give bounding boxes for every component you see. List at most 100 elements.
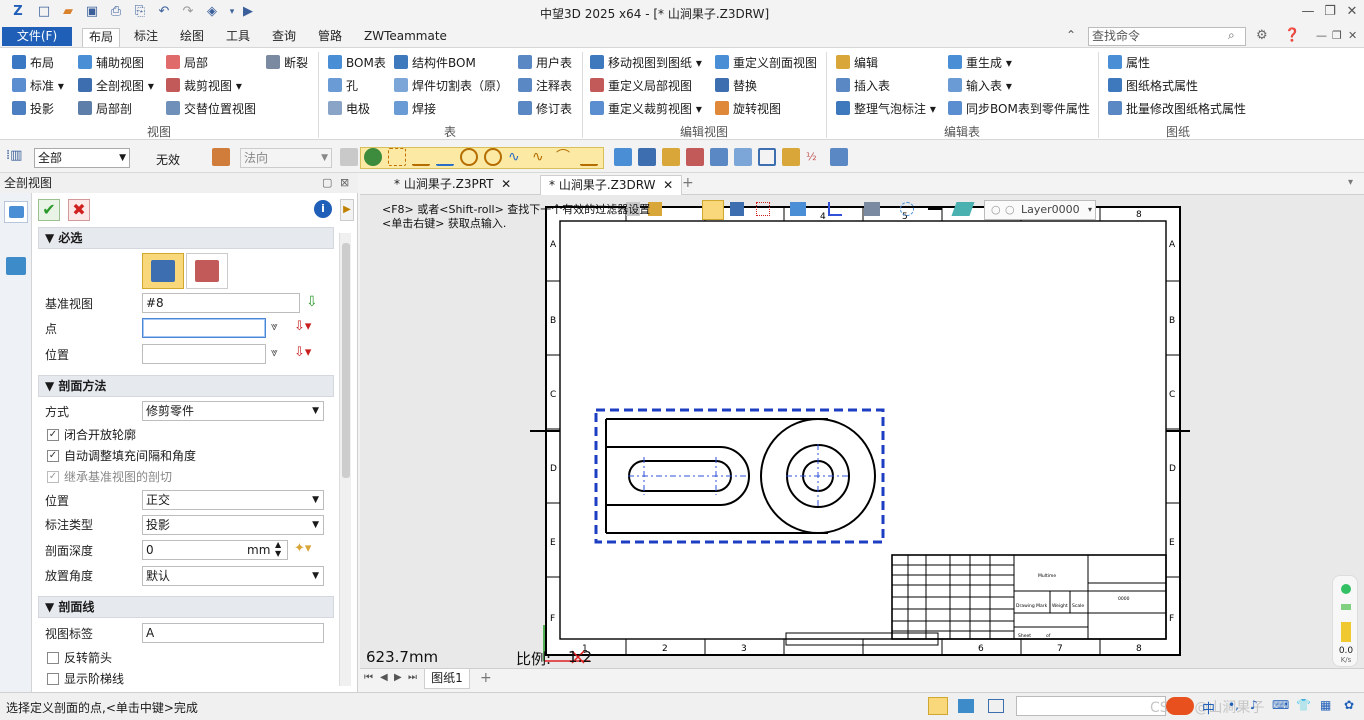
position-field[interactable] (142, 344, 266, 364)
inherit-cut-checkbox[interactable]: ✓ (47, 471, 59, 483)
first-sheet-icon[interactable]: ⏮ (364, 672, 373, 683)
weld-table-button[interactable]: 焊接 (394, 99, 436, 119)
open-file-icon[interactable]: ▰ (60, 4, 76, 20)
new-tab-icon[interactable]: + (682, 175, 694, 191)
next-sheet-icon[interactable]: ▶ (394, 672, 402, 683)
point-pick-icon[interactable]: ⇩▾ (294, 319, 311, 334)
drawing-canvas[interactable]: A B C D E F A B C D E F 1 2 3 4 5 6 7 8 … (360, 195, 1364, 668)
edit-table-button[interactable]: 编辑 (836, 53, 878, 73)
info-icon[interactable]: i (314, 200, 332, 218)
file-menu[interactable]: 文件(F) (2, 27, 72, 46)
status-toggle-1-icon[interactable] (928, 697, 948, 715)
close-open-profile-checkbox[interactable]: ✓ (47, 429, 59, 441)
print-icon[interactable]: ⎙ (108, 4, 124, 20)
detail-view-button[interactable]: 局部 (166, 53, 208, 73)
tab-layout[interactable]: 布局 (82, 28, 121, 47)
break-view-button[interactable]: 断裂 (266, 53, 308, 73)
close-button[interactable]: ✕ (1342, 3, 1362, 21)
sheet-tab-1[interactable]: 图纸1 (424, 669, 470, 689)
mini-tool-4-icon[interactable] (730, 202, 744, 216)
crop-view-button[interactable]: 裁剪视图 ▾ (166, 76, 242, 96)
reverse-arrow-checkbox[interactable] (47, 652, 59, 664)
ime-keyboard-icon[interactable]: ⌨ (1272, 698, 1289, 712)
search-icon[interactable]: ⌕ (1228, 28, 1235, 43)
prev-sheet-icon[interactable]: ◀ (380, 672, 388, 683)
dim-type-select[interactable]: 投影 ▼ (142, 515, 324, 535)
view-tool-6-icon[interactable] (734, 148, 752, 166)
mini-tool-5-icon[interactable] (756, 202, 770, 216)
save-icon[interactable]: ▣ (84, 4, 100, 20)
run-icon[interactable]: ▶ (240, 4, 256, 20)
move-view-to-sheet-button[interactable]: 移动视图到图纸 ▾ (590, 53, 702, 73)
command-search-input[interactable]: 查找命令 (1088, 27, 1246, 46)
undo-icon[interactable]: ↶ (156, 4, 172, 20)
base-view-pick-icon[interactable]: ⇩ (306, 294, 318, 310)
layer-icon[interactable] (951, 202, 975, 216)
snap-center-icon[interactable] (484, 148, 502, 166)
status-input[interactable] (1016, 696, 1166, 716)
tab-list-icon[interactable]: ▾ (1348, 177, 1353, 188)
position-pick-icon[interactable]: ⇩▾ (294, 345, 311, 360)
view-tool-5-icon[interactable] (710, 148, 728, 166)
tab-annotate[interactable]: 标注 (128, 28, 164, 47)
layer-select[interactable]: ○ ○ Layer0000 ▾ (984, 200, 1096, 220)
ime-mic-icon[interactable]: ♪ (1250, 698, 1258, 712)
method-section-header[interactable]: ▼ 剖面方法 (38, 375, 334, 397)
ime-logo-icon[interactable] (1166, 697, 1194, 715)
light-icon[interactable] (782, 148, 800, 166)
full-section-view-button[interactable]: 全剖视图 ▾ (78, 76, 154, 96)
tab-draw[interactable]: 绘图 (174, 28, 210, 47)
view-tool-3-icon[interactable] (662, 148, 680, 166)
mini-tool-active-icon[interactable] (702, 200, 724, 220)
note-table-button[interactable]: 注释表 (518, 76, 572, 96)
tab-piping[interactable]: 管路 (312, 28, 348, 47)
tab-close-icon[interactable]: ✕ (663, 178, 673, 192)
mini-tool-6-icon[interactable] (790, 202, 806, 216)
layout-button[interactable]: 布局 (12, 53, 54, 73)
partial-section-button[interactable]: 局部剖 (78, 99, 132, 119)
ime-chinese-icon[interactable]: 中 (1202, 698, 1215, 717)
status-toggle-2-icon[interactable] (958, 699, 974, 713)
filter-icon[interactable]: ⁞▥ (6, 148, 24, 166)
aligned-section-mode-button[interactable] (186, 253, 228, 289)
snap-circle-icon[interactable] (460, 148, 478, 166)
sheet-format-properties-button[interactable]: 图纸格式属性 (1108, 76, 1198, 96)
batch-sheet-format-button[interactable]: 批量修改图纸格式属性 (1108, 99, 1246, 119)
snap-perpendicular-icon[interactable] (580, 148, 598, 166)
replace-button[interactable]: 替换 (715, 76, 757, 96)
angle-select[interactable]: 默认 ▼ (142, 566, 324, 586)
cancel-button[interactable]: ✖ (68, 199, 90, 221)
panel-scroll-thumb[interactable] (342, 243, 350, 478)
depth-pick-icon[interactable]: ✦▾ (294, 541, 311, 556)
doc-restore-button[interactable]: ❐ (1332, 29, 1342, 42)
snap-tangent-icon[interactable]: ∿ (532, 148, 550, 166)
view-tool-2-icon[interactable] (638, 148, 656, 166)
tab-query[interactable]: 查询 (266, 28, 302, 47)
snap-curve-icon[interactable]: ∿ (508, 148, 526, 166)
depth-spinner[interactable]: ▲ ▼ (275, 540, 281, 558)
panel-close-icon[interactable]: ⊠ (340, 173, 349, 193)
view-label-input[interactable]: A (142, 623, 324, 643)
weld-cut-table-button[interactable]: 焊件切割表（原） (394, 76, 508, 96)
settings-gear-icon[interactable]: ⚙ (1256, 28, 1268, 43)
electrode-table-button[interactable]: 电极 (328, 99, 370, 119)
view-tool-4-icon[interactable] (686, 148, 704, 166)
show-step-line-checkbox[interactable] (47, 673, 59, 685)
user-table-button[interactable]: 用户表 (518, 53, 572, 73)
restore-button[interactable]: ❐ (1320, 3, 1340, 21)
grid-icon[interactable] (830, 148, 848, 166)
new-file-icon[interactable]: □ (36, 4, 52, 20)
view-manager-icon[interactable] (6, 257, 26, 275)
auto-adjust-hatch-checkbox[interactable]: ✓ (47, 450, 59, 462)
ime-grid-icon[interactable]: ▦ (1320, 698, 1331, 712)
standard-view-button[interactable]: 标准 ▾ (12, 76, 64, 96)
frame-icon[interactable] (758, 148, 776, 166)
point-field[interactable] (142, 318, 266, 338)
projection-view-button[interactable]: 投影 (12, 99, 54, 119)
normal-select[interactable]: 法向 ▼ (240, 148, 332, 168)
snap-start-icon[interactable] (364, 148, 382, 166)
structural-bom-button[interactable]: 结构件BOM (394, 53, 476, 73)
tab-part-file[interactable]: * 山涧果子.Z3PRT ✕ (386, 175, 519, 195)
redefine-detail-view-button[interactable]: 重定义局部视图 (590, 76, 692, 96)
tab-zwteammate[interactable]: ZWTeammate (358, 28, 453, 47)
